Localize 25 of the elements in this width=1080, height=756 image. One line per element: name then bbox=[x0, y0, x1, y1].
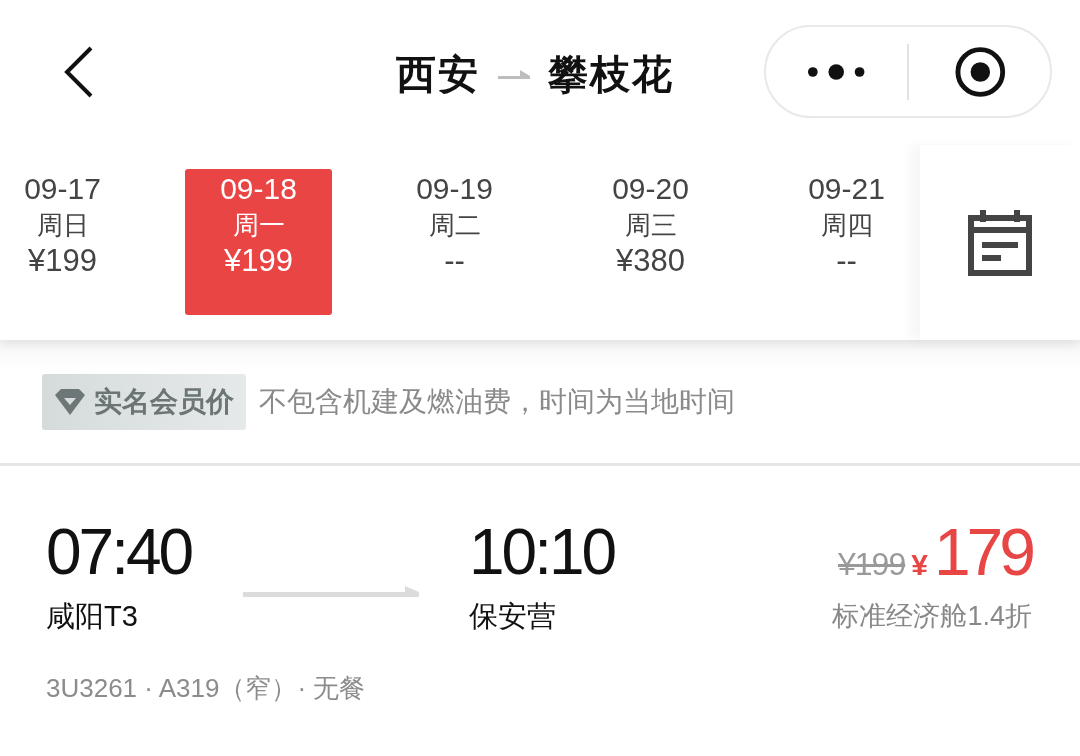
arrow-icon bbox=[498, 68, 530, 80]
target-icon[interactable] bbox=[955, 45, 1006, 98]
notice-text: 不包含机建及燃油费，时间为当地时间 bbox=[259, 384, 735, 419]
date-tab[interactable]: 09-20 周三 ¥380 bbox=[577, 169, 724, 315]
arrival-city: 攀枝花 bbox=[548, 51, 674, 98]
date-tab[interactable]: 09-17 周日 ¥199 bbox=[0, 169, 136, 315]
date-tab[interactable]: 09-18 周一 ¥199 bbox=[185, 169, 332, 315]
departure-airport: 咸阳T3 bbox=[46, 599, 138, 634]
flight-details: 3U3261 · A319（窄）· 无餐 bbox=[46, 672, 366, 705]
arrival-airport: 保安营 bbox=[469, 599, 556, 634]
currency-symbol: ¥ bbox=[911, 548, 928, 582]
member-price-badge: 实名会员价 bbox=[42, 373, 246, 430]
price: 179 bbox=[933, 514, 1032, 590]
more-icon[interactable] bbox=[807, 61, 866, 82]
arrow-icon bbox=[243, 584, 419, 598]
date-tab[interactable]: 09-19 周二 -- bbox=[381, 169, 528, 315]
cabin-discount: 标准经济舱1.4折 bbox=[832, 600, 1032, 633]
departure-time: 07:40 bbox=[46, 515, 192, 590]
date-tab[interactable]: 09-21 周四 -- bbox=[773, 169, 920, 315]
departure-city: 西安 bbox=[396, 51, 480, 98]
arrival-time: 10:10 bbox=[469, 515, 615, 590]
original-price: ¥199 bbox=[838, 546, 906, 583]
diamond-icon bbox=[55, 388, 85, 415]
calendar-icon[interactable] bbox=[968, 209, 1032, 276]
back-icon[interactable] bbox=[64, 45, 94, 98]
